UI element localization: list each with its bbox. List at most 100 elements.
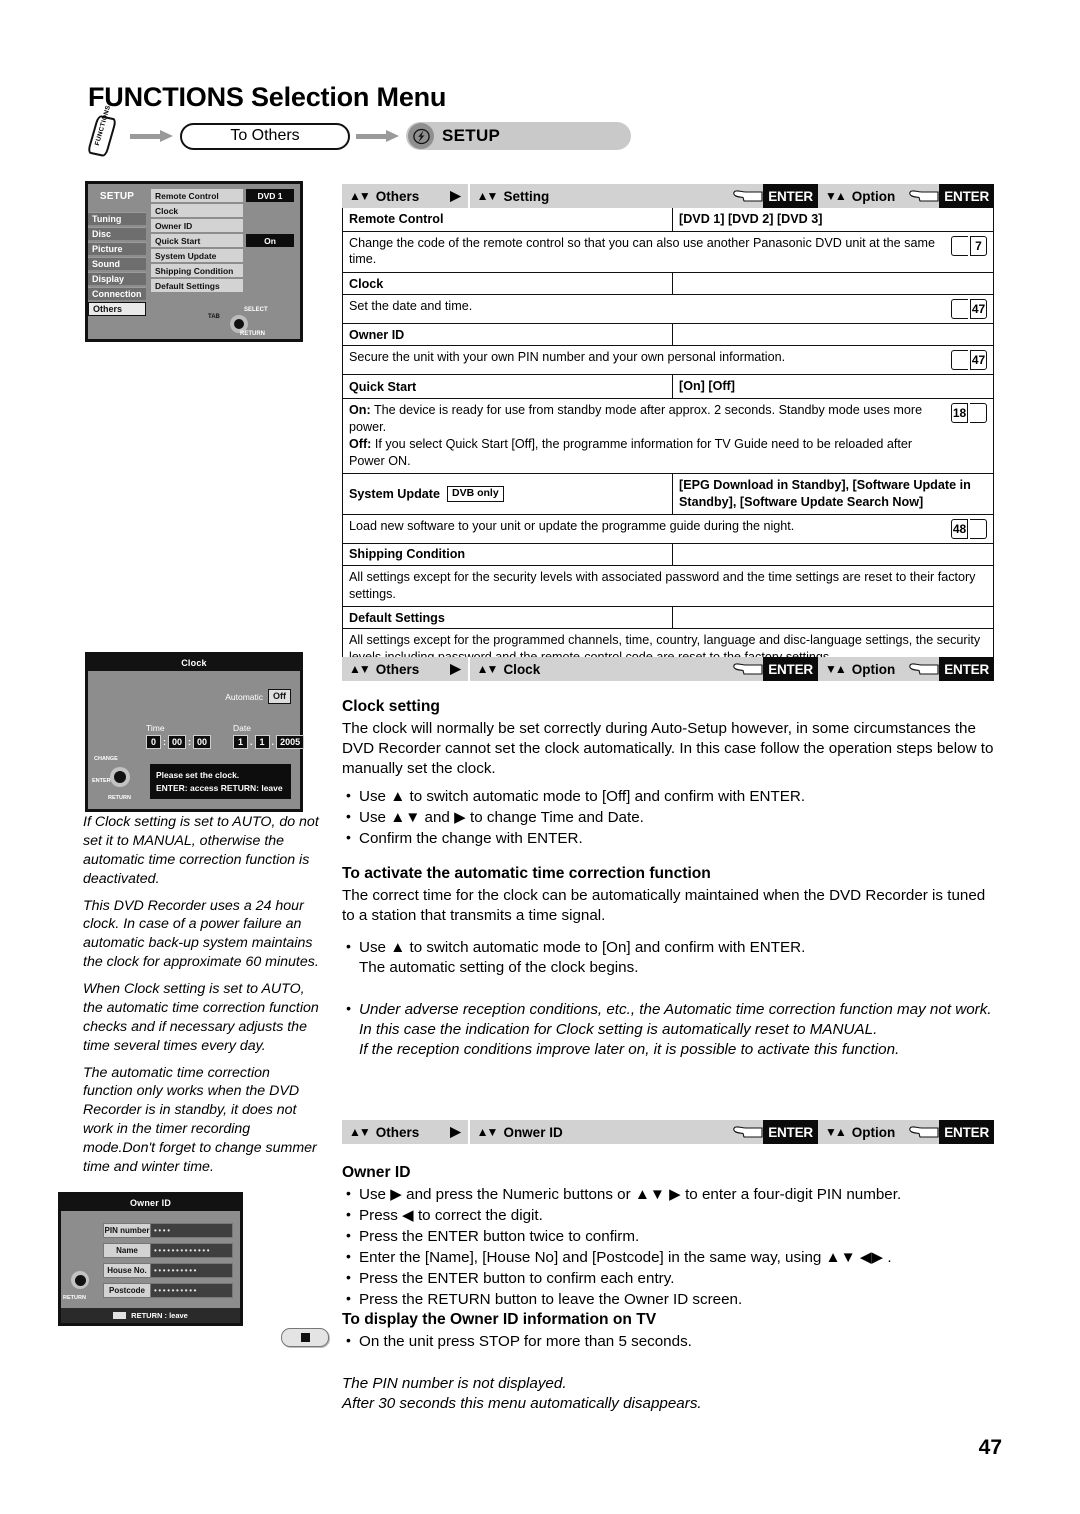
up-down-arrows-icon: ▲▼: [476, 1125, 499, 1139]
setup-item-owner-id[interactable]: Owner ID: [151, 219, 294, 232]
nav-owner-id-label: Onwer ID: [503, 1124, 563, 1140]
date-separator: .: [271, 737, 275, 747]
page-reference-icon: 48: [951, 518, 987, 539]
time-second-field[interactable]: 00: [193, 735, 212, 749]
time-group: Time 0 : 00 : 00: [146, 723, 212, 749]
setup-category-connection[interactable]: Connection: [88, 287, 146, 300]
setup-category-sound[interactable]: Sound: [88, 257, 146, 270]
table-cell-name: Quick Start: [343, 375, 673, 398]
setup-item-system-update[interactable]: System Update: [151, 249, 294, 262]
page-title: FUNCTIONS Selection Menu: [88, 82, 447, 112]
table-cell-description: Change the code of the remote control so…: [349, 235, 935, 267]
owner-field-postcode[interactable]: Postcode ••••••••••: [103, 1283, 233, 1298]
table-row: Shipping Condition All settings except f…: [343, 543, 993, 608]
pointing-hand-icon: [733, 189, 763, 203]
option-segment[interactable]: ▼▲ Option: [818, 184, 902, 208]
setup-item-default-settings[interactable]: Default Settings: [151, 279, 294, 292]
clock-note-1: If Clock setting is set to AUTO, do not …: [83, 814, 319, 887]
enter-button-2[interactable]: ENTER: [939, 657, 994, 681]
field-value[interactable]: ••••••••••: [151, 1263, 233, 1278]
page-reference-number: 47: [970, 299, 987, 320]
enter-button-2[interactable]: ENTER: [939, 1120, 994, 1144]
automatic-value[interactable]: Off: [268, 689, 291, 704]
enter-button-2[interactable]: ENTER: [939, 184, 994, 208]
owner-id-section: Owner ID Use ▶ and press the Numeric but…: [342, 1163, 997, 1311]
time-minute-field[interactable]: 00: [168, 735, 187, 749]
setup-category-display[interactable]: Display: [88, 272, 146, 285]
enter-hint-1: [726, 657, 763, 681]
date-year-field[interactable]: 2005: [276, 735, 305, 749]
owner-id-display-heading: To display the Owner ID information on T…: [342, 1311, 657, 1328]
table-row: Quick Start [On] [Off] On: The device is…: [343, 375, 993, 475]
table-cell-options: [On] [Off]: [679, 379, 735, 394]
pointing-hand-icon: [909, 189, 939, 203]
field-value[interactable]: •••••••••••••: [151, 1243, 233, 1258]
nav-bar-setting: ▲▼ Others ▶ ▲▼ Setting ENTER ▼▲ Option E…: [342, 184, 994, 208]
owner-field-pin-number[interactable]: PIN number ••••: [103, 1223, 233, 1238]
flow-step-setup[interactable]: SETUP: [406, 122, 631, 150]
owner-field-name[interactable]: Name •••••••••••••: [103, 1243, 233, 1258]
field-label: House No.: [103, 1263, 151, 1278]
setup-category-list: SETUP Tuning Disc Picture Sound Display …: [88, 184, 146, 339]
enter-button-1[interactable]: ENTER: [763, 657, 818, 681]
setup-item-shipping-condition[interactable]: Shipping Condition: [151, 264, 294, 277]
nav-others-segment[interactable]: ▲▼ Others ▶: [342, 184, 468, 208]
setup-item-quick-start[interactable]: Quick Start On: [151, 234, 294, 247]
setup-item-value: On: [246, 234, 294, 247]
on-label: On:: [349, 402, 371, 417]
up-down-arrows-icon: ▲▼: [349, 189, 371, 203]
owner-field-house-no[interactable]: House No. ••••••••••: [103, 1263, 233, 1278]
table-cell-name: Clock: [343, 273, 673, 295]
nav-bar-owner-id: ▲▼ Others ▶ ▲▼ Onwer ID ENTER ▼▲ Option …: [342, 1120, 994, 1144]
field-value[interactable]: ••••••••••: [151, 1283, 233, 1298]
list-item: Confirm the change with ENTER.: [342, 828, 997, 849]
field-value[interactable]: ••••: [151, 1223, 233, 1238]
field-label: Postcode: [103, 1283, 151, 1298]
enter-button-1[interactable]: ENTER: [763, 1120, 818, 1144]
flow-step-to-others[interactable]: To Others: [180, 122, 350, 150]
date-day-field[interactable]: 1: [233, 735, 249, 749]
table-row: Owner ID Secure the unit with your own P…: [343, 324, 993, 376]
automatic-setting-row[interactable]: Automatic Off: [225, 689, 291, 704]
stop-glyph-icon: [113, 1312, 127, 1319]
setup-category-disc[interactable]: Disc: [88, 227, 146, 240]
up-down-arrows-icon: ▲▼: [476, 662, 499, 676]
setup-category-tuning[interactable]: Tuning: [88, 212, 146, 225]
time-hour-field[interactable]: 0: [146, 735, 161, 749]
up-down-arrows-icon: ▲▼: [349, 662, 371, 676]
table-cell-name: System Update DVB only: [343, 474, 673, 514]
option-segment[interactable]: ▼▲ Option: [818, 1120, 902, 1144]
nav-setting-segment[interactable]: ▲▼ Setting: [470, 184, 557, 208]
table-cell-name: Shipping Condition: [343, 543, 673, 565]
enter-button-1[interactable]: ENTER: [763, 184, 818, 208]
list-item: Press the RETURN button to leave the Own…: [342, 1289, 997, 1310]
enter-hint-2: [902, 1120, 939, 1144]
owner-id-notes: The PIN number is not displayed. After 3…: [342, 1374, 997, 1414]
navigation-flow: FUNCTIONS To Others SETUP: [86, 105, 631, 158]
nav-owner-id-segment[interactable]: ▲▼ Onwer ID: [470, 1120, 570, 1144]
page-number: 47: [978, 1436, 1002, 1459]
field-label: Name: [103, 1243, 151, 1258]
nav-others-segment[interactable]: ▲▼ Others ▶: [342, 657, 468, 681]
bullet-italic-2: If the reception conditions improve late…: [359, 1040, 900, 1058]
table-cell-options: [673, 324, 993, 345]
setup-item-label: Remote Control: [151, 189, 243, 202]
table-cell-options: [EPG Download in Standby], [Software Upd…: [679, 478, 971, 510]
down-up-arrows-icon: ▼▲: [824, 662, 847, 676]
bullet-line-2: The automatic setting of the clock begin…: [359, 958, 639, 976]
setup-item-remote-control[interactable]: Remote Control DVD 1: [151, 189, 294, 202]
nav-others-label: Others: [375, 1124, 420, 1140]
table-cell-description: Load new software to your unit or update…: [349, 518, 795, 533]
setup-item-clock[interactable]: Clock: [151, 204, 294, 217]
clock-message-line-2: ENTER: access RETURN: leave: [156, 782, 283, 793]
setup-category-others[interactable]: Others: [88, 302, 146, 316]
nav-others-label: Others: [375, 188, 420, 204]
date-month-field[interactable]: 1: [254, 735, 270, 749]
nav-others-segment[interactable]: ▲▼ Others ▶: [342, 1120, 468, 1144]
date-separator: .: [250, 737, 253, 747]
nav-clock-segment[interactable]: ▲▼ Clock: [470, 657, 548, 681]
option-segment[interactable]: ▼▲ Option: [818, 657, 902, 681]
down-up-arrows-icon: ▼▲: [824, 189, 847, 203]
owner-id-display-section: To display the Owner ID information on T…: [342, 1310, 997, 1353]
setup-category-picture[interactable]: Picture: [88, 242, 146, 255]
